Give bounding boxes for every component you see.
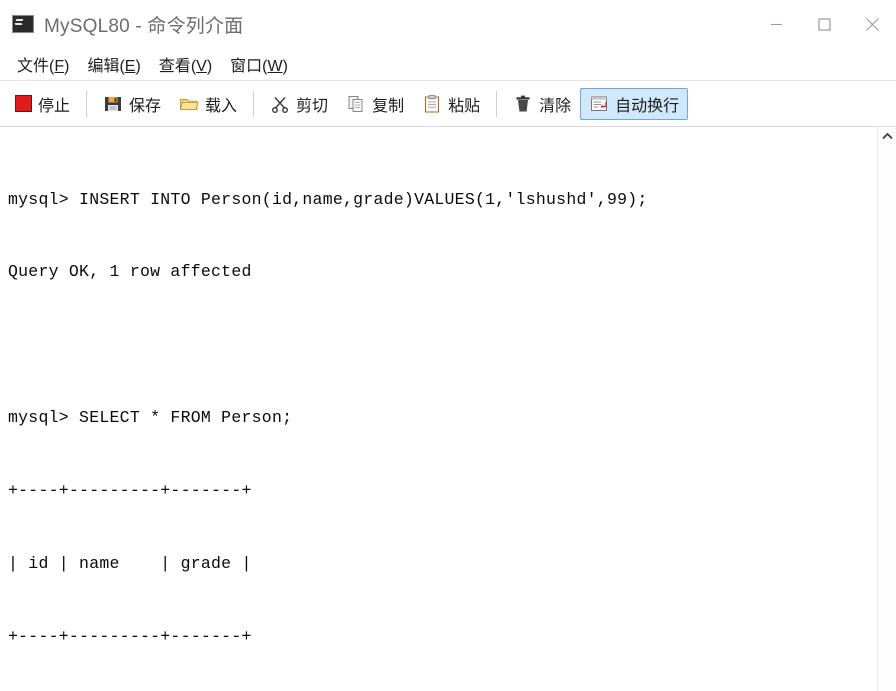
menu-accel-view: V bbox=[196, 58, 207, 75]
menu-item-window[interactable]: 窗口(W) bbox=[221, 49, 297, 79]
toolbar-separator bbox=[86, 90, 88, 117]
console-line: +----+---------+-------+ bbox=[8, 626, 252, 646]
window-title: MySQL80 - 命令列介面 bbox=[44, 15, 244, 37]
scrollbar-track[interactable] bbox=[877, 146, 896, 691]
cut-button[interactable]: 剪切 bbox=[261, 88, 337, 120]
menu-bar: 文件(F) 编辑(E) 查看(V) 窗口(W) bbox=[0, 48, 896, 81]
scissors-icon bbox=[270, 94, 290, 114]
copy-button[interactable]: 复制 bbox=[337, 88, 413, 120]
menu-item-view[interactable]: 查看(V) bbox=[150, 49, 221, 79]
menu-label-file: 文件 bbox=[17, 58, 50, 75]
cut-button-label: 剪切 bbox=[296, 97, 329, 115]
console-line: +----+---------+-------+ bbox=[8, 481, 252, 501]
word-wrap-button-label: 自动换行 bbox=[615, 97, 680, 115]
menu-label-view: 查看 bbox=[158, 58, 191, 75]
folder-open-icon bbox=[179, 94, 199, 114]
maximize-button[interactable] bbox=[800, 0, 848, 48]
scroll-up-arrow-icon[interactable] bbox=[877, 127, 896, 146]
stop-button-label: 停止 bbox=[38, 97, 71, 115]
console-line: mysql> SELECT * FROM Person; bbox=[8, 408, 293, 428]
word-wrap-button[interactable]: 自动换行 bbox=[580, 87, 689, 120]
stop-button[interactable]: 停止 bbox=[6, 88, 79, 120]
menu-item-file[interactable]: 文件(F) bbox=[8, 49, 78, 79]
copy-button-label: 复制 bbox=[372, 97, 405, 115]
word-wrap-icon bbox=[589, 94, 609, 114]
console-output[interactable]: mysql> INSERT INTO Person(id,name,grade)… bbox=[0, 127, 877, 691]
clear-button[interactable]: 清除 bbox=[504, 88, 580, 120]
console-line: mysql> INSERT INTO Person(id,name,grade)… bbox=[8, 189, 648, 209]
menu-label-edit: 编辑 bbox=[87, 58, 120, 75]
save-button[interactable]: 保存 bbox=[94, 88, 170, 120]
load-button-label: 载入 bbox=[205, 97, 238, 115]
stop-icon bbox=[15, 95, 32, 112]
paste-button[interactable]: 粘贴 bbox=[413, 88, 489, 120]
title-bar: MySQL80 - 命令列介面 bbox=[0, 0, 896, 48]
menu-accel-file: F bbox=[54, 58, 65, 75]
save-button-label: 保存 bbox=[129, 97, 162, 115]
close-button[interactable] bbox=[848, 0, 896, 48]
menu-accel-window: W bbox=[267, 58, 283, 75]
copy-icon bbox=[346, 94, 366, 114]
trash-icon bbox=[513, 94, 533, 114]
menu-item-edit[interactable]: 编辑(E) bbox=[78, 49, 149, 79]
toolbar: 停止 保存 载入 剪切 复制 粘贴 清除 自动换行 bbox=[0, 81, 896, 127]
mysql-command-line-window: MySQL80 - 命令列介面 文件(F) 编辑(E) 查看(V) 窗口(W) … bbox=[0, 0, 896, 691]
window-controls bbox=[752, 0, 896, 48]
console-area[interactable]: mysql> INSERT INTO Person(id,name,grade)… bbox=[0, 127, 896, 691]
vertical-scrollbar[interactable] bbox=[877, 127, 896, 691]
console-line: Query OK, 1 row affected bbox=[8, 262, 252, 282]
toolbar-separator bbox=[253, 90, 255, 117]
save-icon bbox=[103, 94, 123, 114]
menu-label-window: 窗口 bbox=[230, 58, 263, 75]
console-line: | id | name | grade | bbox=[8, 554, 252, 574]
paste-button-label: 粘贴 bbox=[448, 97, 481, 115]
console-icon bbox=[12, 15, 34, 33]
load-button[interactable]: 载入 bbox=[170, 88, 246, 120]
paste-icon bbox=[422, 94, 442, 114]
clear-button-label: 清除 bbox=[539, 97, 572, 115]
toolbar-separator bbox=[496, 90, 498, 117]
minimize-button[interactable] bbox=[752, 0, 800, 48]
menu-accel-edit: E bbox=[124, 58, 136, 75]
